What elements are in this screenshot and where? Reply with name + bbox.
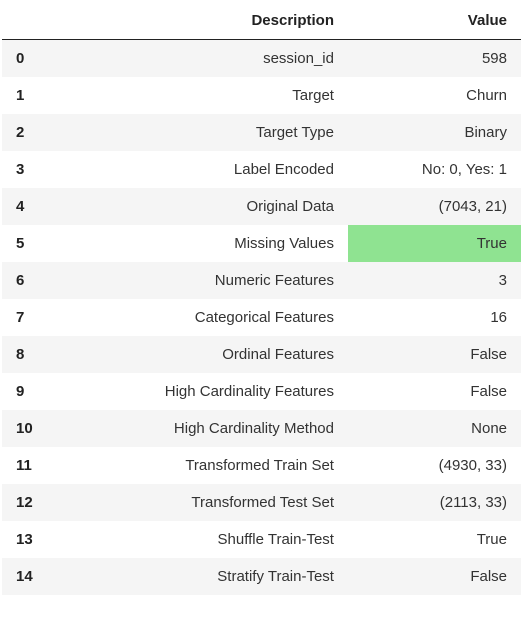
row-description: Transformed Test Set (63, 484, 348, 521)
row-description: Ordinal Features (63, 336, 348, 373)
table-row: 4Original Data(7043, 21) (2, 188, 521, 225)
row-index: 4 (2, 188, 63, 225)
table-row: 11Transformed Train Set(4930, 33) (2, 447, 521, 484)
row-description: Target (63, 77, 348, 114)
row-index: 13 (2, 521, 63, 558)
header-value: Value (348, 2, 521, 40)
row-value: False (348, 558, 521, 595)
table-row: 9High Cardinality FeaturesFalse (2, 373, 521, 410)
table-body: 0session_id5981TargetChurn2Target TypeBi… (2, 40, 521, 596)
row-index: 11 (2, 447, 63, 484)
row-description: session_id (63, 40, 348, 78)
row-description: High Cardinality Method (63, 410, 348, 447)
row-description: Numeric Features (63, 262, 348, 299)
row-description: High Cardinality Features (63, 373, 348, 410)
row-description: Target Type (63, 114, 348, 151)
header-corner (2, 2, 63, 40)
row-index: 1 (2, 77, 63, 114)
row-value: False (348, 373, 521, 410)
row-index: 8 (2, 336, 63, 373)
row-index: 9 (2, 373, 63, 410)
row-value: True (348, 225, 521, 262)
row-value: No: 0, Yes: 1 (348, 151, 521, 188)
row-value: 16 (348, 299, 521, 336)
row-index: 6 (2, 262, 63, 299)
table-row: 5Missing ValuesTrue (2, 225, 521, 262)
row-index: 5 (2, 225, 63, 262)
row-value: 3 (348, 262, 521, 299)
row-value: None (348, 410, 521, 447)
row-value: (7043, 21) (348, 188, 521, 225)
row-index: 7 (2, 299, 63, 336)
table-row: 8Ordinal FeaturesFalse (2, 336, 521, 373)
row-index: 10 (2, 410, 63, 447)
row-index: 3 (2, 151, 63, 188)
row-description: Categorical Features (63, 299, 348, 336)
row-description: Transformed Train Set (63, 447, 348, 484)
info-table: Description Value 0session_id5981TargetC… (2, 2, 521, 595)
table-row: 14Stratify Train-TestFalse (2, 558, 521, 595)
table-row: 1TargetChurn (2, 77, 521, 114)
row-description: Shuffle Train-Test (63, 521, 348, 558)
header-description: Description (63, 2, 348, 40)
row-index: 12 (2, 484, 63, 521)
table-row: 6Numeric Features3 (2, 262, 521, 299)
row-value: 598 (348, 40, 521, 78)
table-row: 7Categorical Features16 (2, 299, 521, 336)
row-value: True (348, 521, 521, 558)
row-value: Churn (348, 77, 521, 114)
table-row: 10High Cardinality MethodNone (2, 410, 521, 447)
row-index: 14 (2, 558, 63, 595)
row-description: Missing Values (63, 225, 348, 262)
row-index: 0 (2, 40, 63, 78)
row-description: Label Encoded (63, 151, 348, 188)
row-value: (4930, 33) (348, 447, 521, 484)
table-row: 3Label EncodedNo: 0, Yes: 1 (2, 151, 521, 188)
row-value: (2113, 33) (348, 484, 521, 521)
row-description: Original Data (63, 188, 348, 225)
table-row: 2Target TypeBinary (2, 114, 521, 151)
table-row: 13Shuffle Train-TestTrue (2, 521, 521, 558)
table-row: 0session_id598 (2, 40, 521, 78)
table-row: 12Transformed Test Set(2113, 33) (2, 484, 521, 521)
row-index: 2 (2, 114, 63, 151)
row-value: Binary (348, 114, 521, 151)
row-value: False (348, 336, 521, 373)
row-description: Stratify Train-Test (63, 558, 348, 595)
